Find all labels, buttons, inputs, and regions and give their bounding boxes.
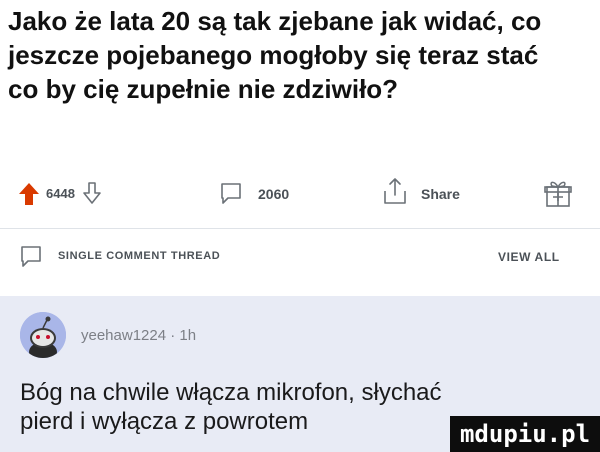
snoo-avatar-icon bbox=[20, 312, 66, 358]
award-icon[interactable] bbox=[543, 178, 573, 208]
post-title: Jako że lata 20 są tak zjebane jak widać… bbox=[8, 6, 542, 104]
avatar[interactable] bbox=[20, 312, 66, 358]
thread-label: SINGLE COMMENT THREAD bbox=[58, 250, 221, 262]
post-action-bar: 6448 2060 Share bbox=[0, 172, 600, 218]
upvote-icon[interactable] bbox=[18, 182, 40, 206]
comment-bubble-icon bbox=[21, 246, 41, 267]
score-count: 6448 bbox=[46, 186, 75, 201]
view-all-link[interactable]: VIEW ALL bbox=[498, 250, 560, 264]
share-button[interactable]: Share bbox=[421, 186, 460, 202]
comment-icon[interactable] bbox=[219, 181, 243, 205]
comment-count: 2060 bbox=[258, 186, 290, 202]
comment-body: Bóg na chwile włącza mikrofon, słychać p… bbox=[20, 379, 442, 435]
divider bbox=[0, 228, 600, 229]
thread-bar: SINGLE COMMENT THREAD VIEW ALL bbox=[0, 240, 600, 274]
comment-author-meta[interactable]: yeehaw1224 · 1h bbox=[81, 327, 196, 344]
share-icon[interactable] bbox=[382, 177, 408, 205]
downvote-icon[interactable] bbox=[82, 181, 102, 205]
watermark: mdupiu.pl bbox=[450, 416, 600, 452]
